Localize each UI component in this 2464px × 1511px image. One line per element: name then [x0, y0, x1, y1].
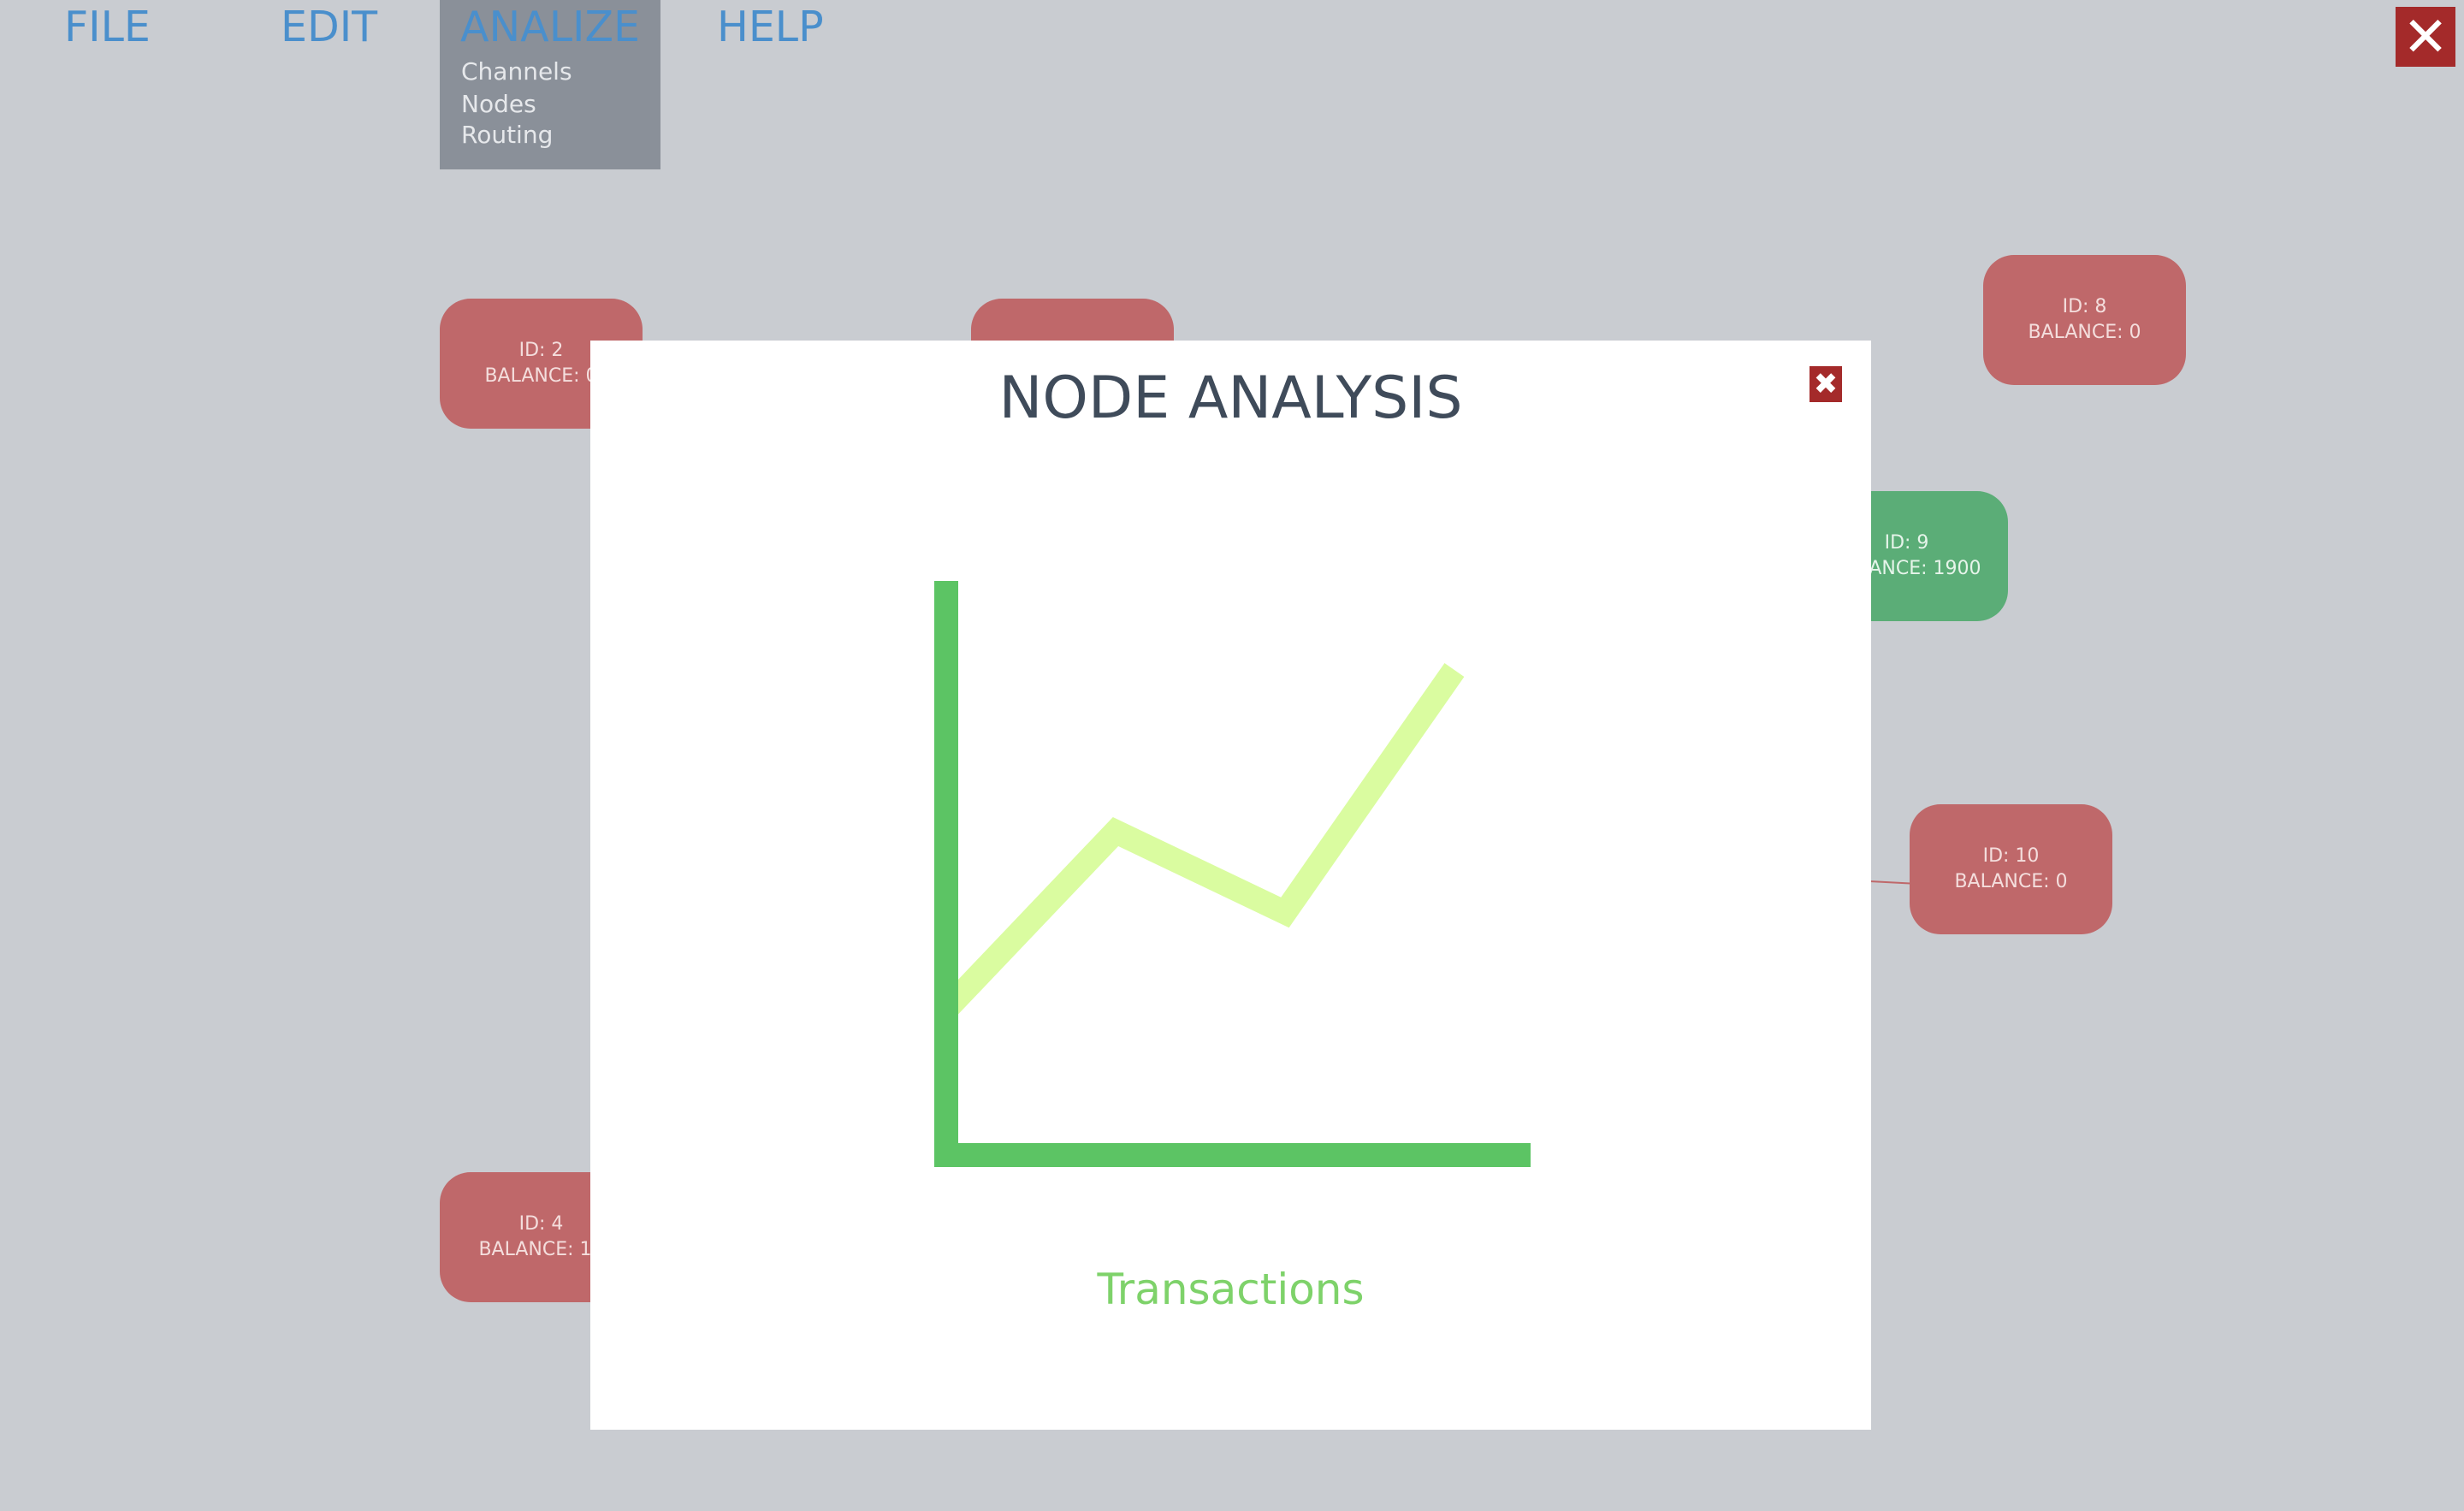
menu-help[interactable]: HELP: [717, 0, 824, 55]
menu-file[interactable]: FILE: [64, 0, 151, 55]
menu-analize[interactable]: ANALIZE: [440, 0, 660, 55]
menu-edit[interactable]: EDIT: [281, 0, 377, 55]
dropdown-item-channels[interactable]: Channels: [461, 56, 572, 87]
window-close-button[interactable]: ✕: [2396, 6, 2455, 69]
node-analysis-modal: NODE ANALYSIS ✖ Transactions: [590, 341, 1871, 1430]
chart-caption: Transactions: [1097, 1265, 1365, 1314]
node-8[interactable]: ID: 8 BALANCE: 0: [1983, 255, 2186, 385]
series-line: [937, 662, 1465, 1018]
node-id-label: ID: 10: [1982, 845, 2040, 867]
dropdown-item-nodes[interactable]: Nodes: [461, 89, 536, 120]
dropdown-item-routing[interactable]: Routing: [461, 120, 553, 151]
node-id-label: ID: 8: [2062, 296, 2107, 317]
menu-bar: FILE EDIT ANALIZE HELP: [0, 0, 1027, 56]
close-icon: ✕: [2402, 6, 2449, 69]
node-10[interactable]: ID: 10 BALANCE: 0: [1910, 804, 2112, 934]
node-balance-label: BALANCE: 0: [1954, 871, 2068, 892]
analize-dropdown: Channels Nodes Routing: [440, 55, 660, 169]
node-balance-label: BALANCE: 0: [2028, 322, 2141, 343]
channel-edge: [1869, 880, 1912, 885]
